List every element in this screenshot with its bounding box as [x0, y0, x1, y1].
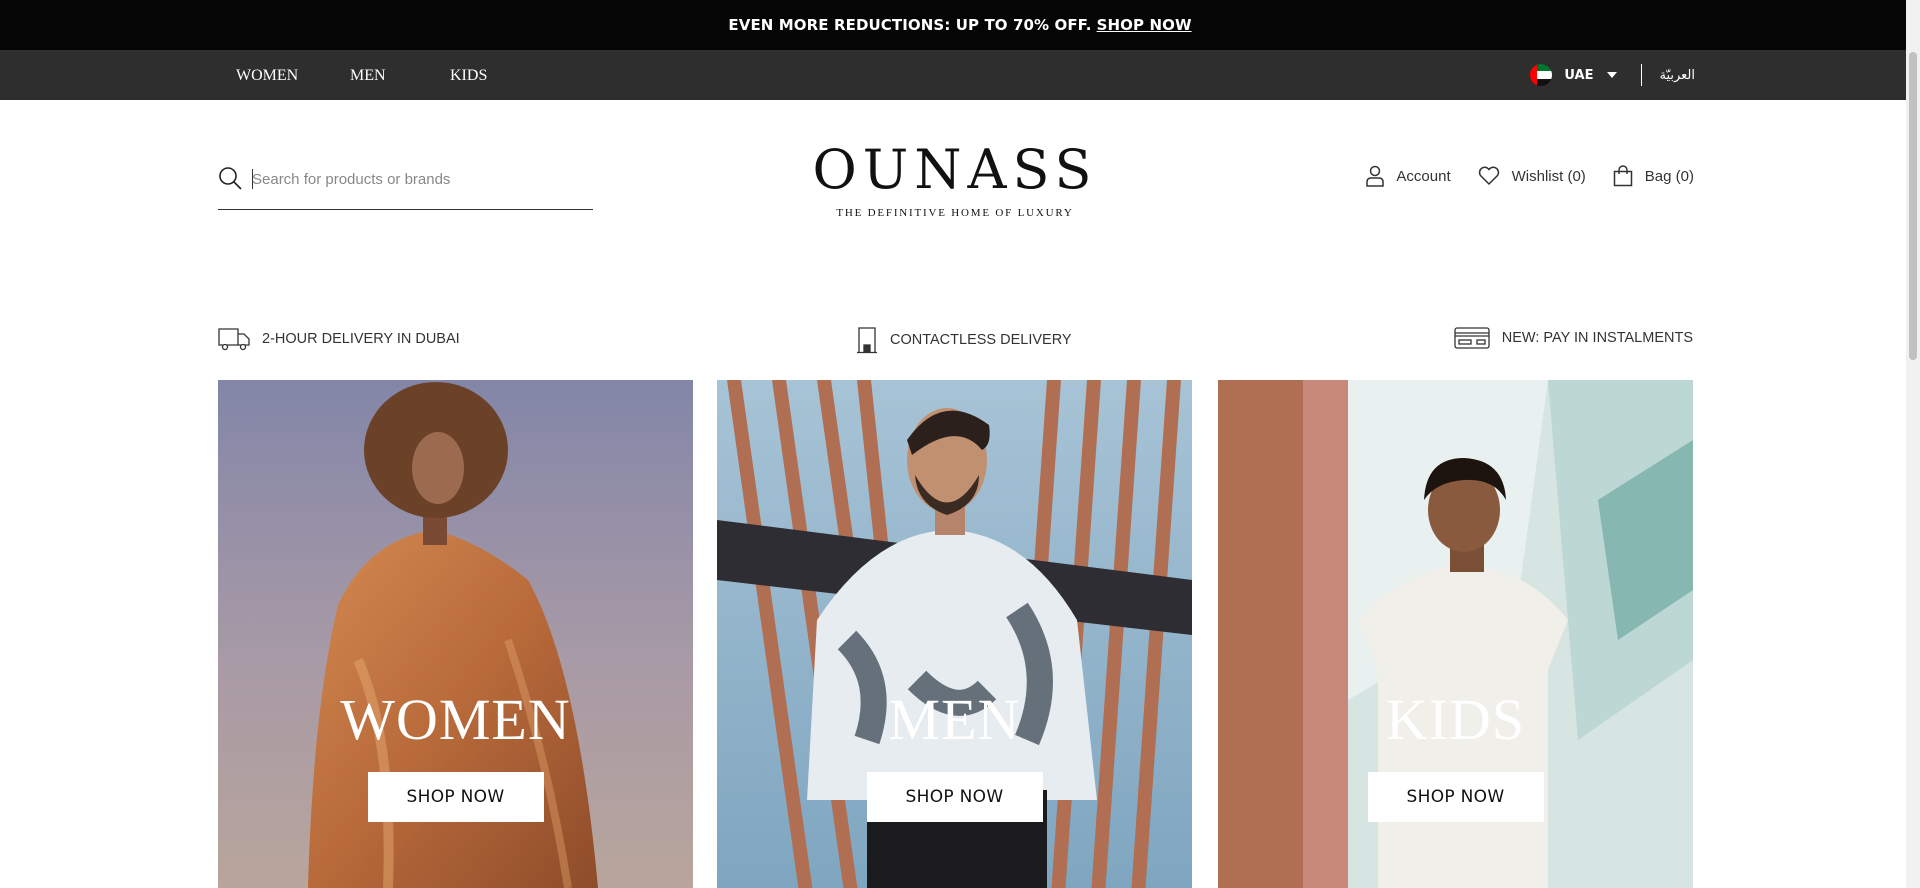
nav-kids[interactable]: KIDS [450, 50, 487, 100]
kids-title: KIDS [1385, 687, 1526, 752]
feature-strip: 2-HOUR DELIVERY IN DUBAI CONTACTLESS DEL… [218, 326, 1693, 356]
user-icon [1366, 165, 1385, 187]
utility-links: Account Wishlist (0) Bag (0) [1366, 162, 1694, 190]
uae-flag-icon[interactable] [1530, 64, 1553, 86]
promo-banner: EVEN MORE REDUCTIONS: UP TO 70% OFF. SHO… [0, 0, 1920, 50]
men-shop-now-button[interactable]: SHOP NOW [866, 772, 1043, 822]
locale-switcher: UAE العربيّة [1530, 50, 1695, 100]
feature-instalments-label: NEW: PAY IN INSTALMENTS [1501, 330, 1693, 346]
category-card-kids[interactable]: KIDS SHOP NOW [1218, 380, 1693, 888]
category-card-men[interactable]: MEN SHOP NOW [717, 380, 1192, 888]
feature-contactless-label: CONTACTLESS DELIVERY [890, 332, 1072, 348]
language-switch[interactable]: العربيّة [1659, 68, 1695, 83]
men-title: MEN [888, 687, 1021, 752]
women-shop-now-button[interactable]: SHOP NOW [367, 772, 544, 822]
heart-icon [1478, 166, 1499, 186]
bag-link[interactable]: Bag (0) [1613, 165, 1694, 187]
promo-text: EVEN MORE REDUCTIONS: UP TO 70% OFF. [728, 16, 1092, 34]
country-selector[interactable]: UAE [1564, 68, 1593, 83]
delivery-truck-icon [218, 328, 250, 351]
wishlist-link[interactable]: Wishlist (0) [1478, 166, 1586, 186]
nav-men[interactable]: MEN [350, 50, 386, 100]
logo-wordmark: OUNASS [812, 138, 1098, 201]
wishlist-label: Wishlist (0) [1511, 167, 1586, 185]
top-nav: WOMEN MEN KIDS UAE العربيّة [0, 50, 1920, 100]
text-cursor [252, 169, 253, 189]
account-link[interactable]: Account [1366, 165, 1451, 187]
account-label: Account [1396, 167, 1451, 185]
feature-delivery: 2-HOUR DELIVERY IN DUBAI [218, 326, 460, 352]
feature-delivery-label: 2-HOUR DELIVERY IN DUBAI [262, 331, 460, 347]
promo-shop-now-link[interactable]: SHOP NOW [1097, 16, 1192, 34]
bag-icon [1613, 165, 1633, 187]
category-card-women[interactable]: WOMEN SHOP NOW [218, 380, 693, 888]
search-input[interactable] [252, 166, 582, 192]
search-icon[interactable] [218, 166, 242, 190]
nav-women[interactable]: WOMEN [236, 50, 298, 100]
kids-shop-now-button[interactable]: SHOP NOW [1367, 772, 1544, 822]
feature-instalments: NEW: PAY IN INSTALMENTS [1454, 326, 1693, 350]
door-icon [857, 327, 877, 354]
search-box [218, 160, 593, 210]
bag-label: Bag (0) [1644, 167, 1694, 185]
page-scrollbar[interactable] [1906, 0, 1920, 888]
women-title: WOMEN [340, 687, 571, 752]
brand-logo[interactable]: OUNASS THE DEFINITIVE HOME OF LUXURY [780, 138, 1130, 220]
locale-divider [1641, 64, 1643, 86]
caret-down-icon[interactable] [1607, 72, 1618, 78]
logo-tagline: THE DEFINITIVE HOME OF LUXURY [836, 207, 1074, 219]
card-icon [1454, 327, 1490, 349]
feature-contactless: CONTACTLESS DELIVERY [856, 326, 1072, 354]
scrollbar-thumb[interactable] [1909, 52, 1917, 360]
